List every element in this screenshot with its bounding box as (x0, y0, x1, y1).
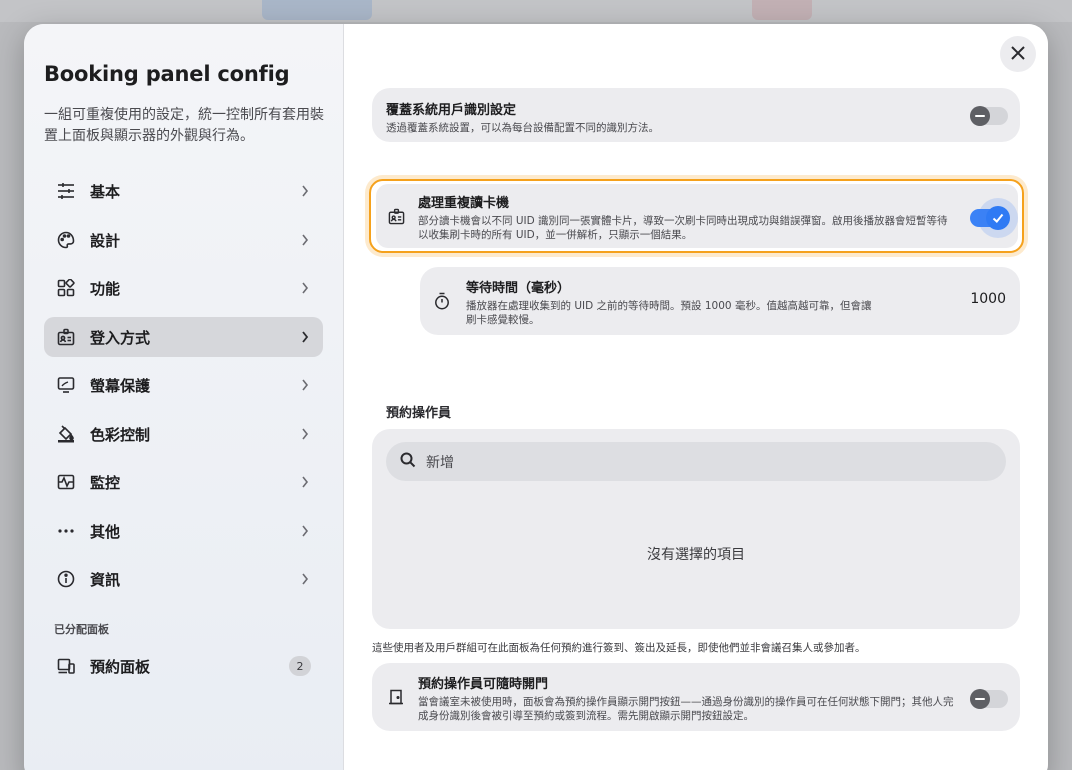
row-title: 處理重複讀卡機 (418, 196, 510, 211)
operators-section-label: 預約操作員 (386, 406, 452, 421)
sidebar-item-label: 登入方式 (90, 328, 151, 347)
wait-time-value[interactable]: 1000 (970, 291, 1006, 307)
sidebar: Booking panel config 一組可重複使用的設定，統一控制所有套用… (24, 24, 344, 770)
wait-time-row: 等待時間（毫秒） 播放器在處理收集到的 UID 之前的等待時間。預設 1000 … (420, 267, 1020, 335)
open-door-toggle[interactable] (970, 689, 1008, 709)
timer-icon (434, 292, 450, 314)
search-icon (400, 452, 416, 472)
sidebar-item-label: 監控 (90, 473, 121, 492)
chevron-right-icon (299, 185, 311, 197)
paint-bucket-icon (56, 424, 76, 444)
sidebar-item-booking-panel[interactable]: 預約面板 2 (44, 646, 323, 686)
sidebar-item-label: 資訊 (90, 570, 121, 589)
background-tab (262, 0, 372, 20)
badge-icon (56, 327, 76, 347)
close-button[interactable] (1000, 36, 1036, 72)
assigned-section-label: 已分配面板 (54, 623, 109, 636)
duplicate-reader-toggle[interactable] (970, 198, 1018, 238)
sliders-icon (56, 181, 76, 201)
minus-icon (970, 106, 990, 126)
operators-note: 這些使用者及用戶群組可在此面板為任何預約進行簽到、簽出及延長，即使他們並非會議召… (372, 642, 866, 654)
row-description: 部分讀卡機會以不同 UID 識別同一張實體卡片，導致一次刷卡同時出現成功與錯誤彈… (418, 215, 948, 241)
row-description: 當會議室未被使用時，面板會為預約操作員顯示開門按鈕——通過身份識別的操作員可在任… (418, 696, 954, 722)
info-icon (56, 569, 76, 589)
sidebar-item-screensaver[interactable]: 螢幕保護 (44, 365, 323, 405)
sidebar-item-info[interactable]: 資訊 (44, 559, 323, 599)
sidebar-item-basic[interactable]: 基本 (44, 171, 323, 211)
sidebar-item-label: 其他 (90, 522, 121, 541)
sidebar-item-label: 設計 (90, 231, 121, 250)
sidebar-item-label: 色彩控制 (90, 425, 151, 444)
sidebar-item-other[interactable]: 其他 (44, 511, 323, 551)
chevron-right-icon (299, 331, 311, 343)
override-identification-toggle[interactable] (970, 106, 1008, 126)
row-description: 透過覆蓋系統設置，可以為每台設備配置不同的識別方法。 (386, 122, 659, 134)
row-title: 覆蓋系統用戶識別設定 (386, 103, 517, 118)
minus-icon (970, 689, 990, 709)
sidebar-item-monitoring[interactable]: 監控 (44, 462, 323, 502)
open-door-row: 預約操作員可隨時開門 當會議室未被使用時，面板會為預約操作員顯示開門按鈕——通過… (372, 663, 1020, 731)
palette-icon (56, 230, 76, 250)
devices-icon (56, 656, 76, 676)
background-top-bar (0, 0, 1072, 22)
chevron-right-icon (299, 476, 311, 488)
config-dialog: Booking panel config 一組可重複使用的設定，統一控制所有套用… (24, 24, 1048, 770)
chevron-right-icon (299, 234, 311, 246)
empty-state-text: 沒有選擇的項目 (647, 547, 745, 563)
monitoring-icon (56, 472, 76, 492)
check-icon (986, 206, 1010, 230)
operator-search-input[interactable]: 新增 (386, 442, 1006, 481)
sidebar-item-color-control[interactable]: 色彩控制 (44, 414, 323, 454)
sidebar-item-label: 螢幕保護 (90, 376, 151, 395)
override-identification-row: 覆蓋系統用戶識別設定 透過覆蓋系統設置，可以為每台設備配置不同的識別方法。 (372, 88, 1020, 142)
screensaver-icon (56, 375, 76, 395)
sidebar-item-design[interactable]: 設計 (44, 220, 323, 260)
chevron-right-icon (299, 379, 311, 391)
chevron-right-icon (299, 573, 311, 585)
search-placeholder: 新增 (426, 454, 454, 471)
sidebar-item-login-methods[interactable]: 登入方式 (44, 317, 323, 357)
chevron-right-icon (299, 525, 311, 537)
badge-icon (388, 208, 405, 229)
sidebar-item-label: 預約面板 (90, 657, 151, 676)
row-description: 播放器在處理收集到的 UID 之前的等待時間。預設 1000 毫秒。值越高越可靠… (466, 300, 872, 326)
door-icon (388, 689, 404, 709)
chevron-right-icon (299, 428, 311, 440)
dialog-title: Booking panel config (44, 62, 290, 86)
duplicate-reader-row: 處理重複讀卡機 部分讀卡機會以不同 UID 識別同一張實體卡片，導致一次刷卡同時… (376, 184, 1018, 248)
sidebar-item-features[interactable]: 功能 (44, 268, 323, 308)
background-tab (752, 0, 812, 20)
count-badge: 2 (289, 656, 311, 676)
dialog-description: 一組可重複使用的設定，統一控制所有套用裝置上面板與顯示器的外觀與行為。 (44, 107, 324, 144)
chevron-right-icon (299, 282, 311, 294)
widgets-icon (56, 278, 76, 298)
sidebar-item-label: 基本 (90, 182, 121, 201)
row-title: 等待時間（毫秒） (466, 281, 571, 296)
row-title: 預約操作員可隨時開門 (418, 677, 549, 692)
main-panel: 覆蓋系統用戶識別設定 透過覆蓋系統設置，可以為每台設備配置不同的識別方法。 處理… (344, 24, 1048, 770)
sidebar-item-label: 功能 (90, 279, 121, 298)
close-icon (1011, 45, 1025, 64)
more-icon (56, 521, 76, 541)
